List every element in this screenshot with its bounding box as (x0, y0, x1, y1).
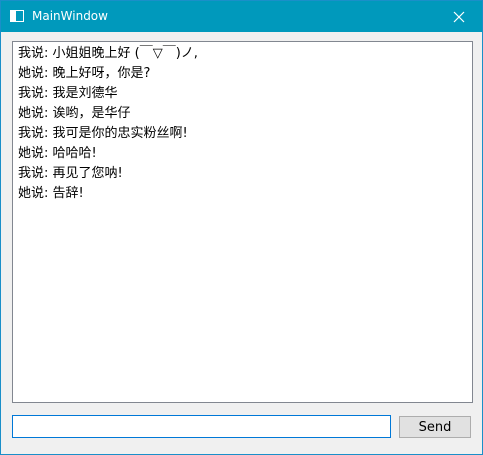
main-window: MainWindow 我说: 小姐姐晚上好 (￣▽￣)ノ, 她说: 晚上好呀，你… (0, 0, 483, 455)
chat-message: 她说: 诶哟，是华仔 (18, 106, 131, 121)
chat-message: 她说: 哈哈哈! (18, 146, 97, 161)
title-bar[interactable]: MainWindow (1, 1, 482, 32)
close-icon (453, 11, 465, 22)
chat-message: 我说: 再见了您呐! (18, 166, 123, 181)
window-title: MainWindow (32, 9, 108, 23)
chat-message: 我说: 小姐姐晚上好 (￣▽￣)ノ, (18, 46, 198, 61)
message-input[interactable] (12, 415, 391, 438)
chat-message: 我说: 我是刘德华 (18, 86, 118, 101)
chat-message: 她说: 告辞! (18, 186, 84, 201)
send-button[interactable]: Send (399, 416, 471, 438)
chat-log[interactable]: 我说: 小姐姐晚上好 (￣▽￣)ノ, 她说: 晚上好呀，你是? 我说: 我是刘德… (12, 41, 473, 403)
close-button[interactable] (436, 1, 482, 32)
chat-message: 我说: 我可是你的忠实粉丝啊! (18, 126, 188, 141)
chat-message: 她说: 晚上好呀，你是? (18, 66, 151, 81)
window-icon (10, 10, 24, 22)
